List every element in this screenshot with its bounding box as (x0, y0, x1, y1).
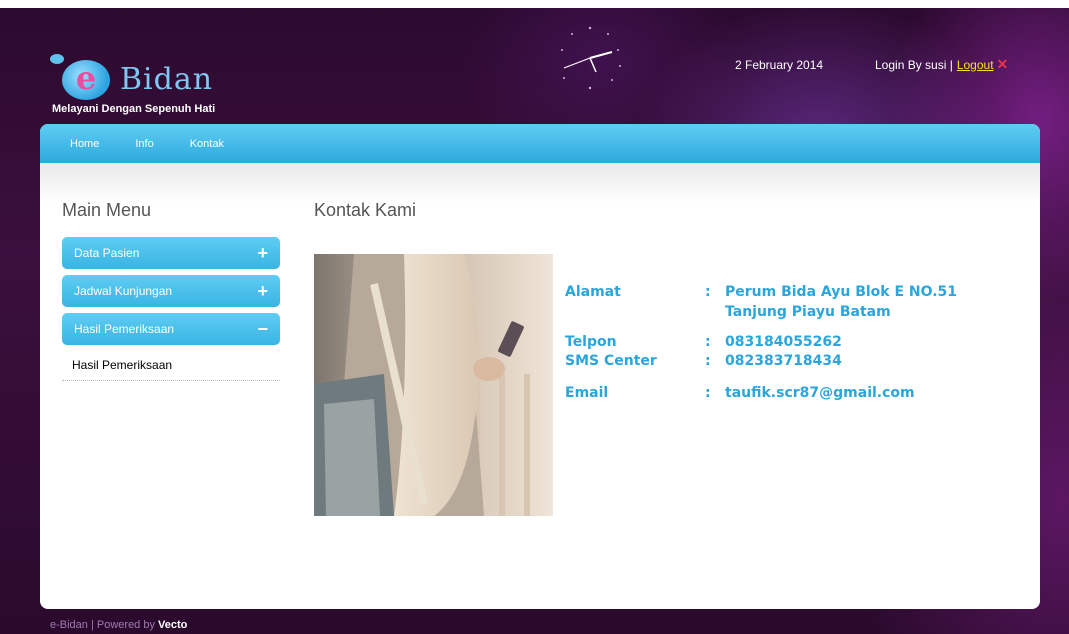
telpon-value: 083184055262 (725, 334, 842, 350)
nav-info[interactable]: Info (135, 138, 153, 150)
email-value[interactable]: taufik.scr87@gmail.com (725, 385, 915, 401)
clock-icon (561, 26, 621, 90)
menu-label: Jadwal Kunjungan (74, 284, 173, 298)
menu-hasil-pemeriksaan[interactable]: Hasil Pemeriksaan − (62, 313, 280, 345)
tagline: Melayani Dengan Sepenuh Hati (52, 103, 216, 115)
menu-data-pasien[interactable]: Data Pasien + (62, 237, 280, 269)
colon: : (705, 284, 711, 300)
email-label: Email (565, 385, 609, 401)
logout-close-icon[interactable]: ✕ (997, 57, 1009, 72)
pregnant-woman-photo (314, 254, 553, 516)
menu-jadwal-kunjungan[interactable]: Jadwal Kunjungan + (62, 275, 280, 307)
login-text: Login By susi | (875, 58, 953, 72)
colon: : (705, 353, 711, 369)
footer-text: e-Bidan | Powered by (50, 619, 155, 631)
expand-icon: + (257, 242, 268, 263)
nav-bar: Home Info Kontak (40, 124, 1040, 163)
sms-value: 082383718434 (725, 353, 842, 369)
footer-brand[interactable]: Vecto (158, 619, 187, 631)
logout-link[interactable]: Logout (957, 58, 994, 72)
expand-icon: + (257, 280, 268, 301)
telpon-label: Telpon (565, 334, 617, 350)
header-info: 2 February 2014 Login By susi | Logout ✕ (735, 57, 1009, 72)
sms-label: SMS Center (565, 353, 657, 369)
menu-label: Hasil Pemeriksaan (74, 322, 175, 336)
sidebar: Main Menu Data Pasien + Jadwal Kunjungan… (62, 200, 280, 381)
top-strip (0, 0, 1069, 8)
sidebar-title: Main Menu (62, 200, 152, 220)
alamat-line2: Tanjung Piayu Batam (725, 304, 891, 320)
main-panel: Home Info Kontak Main Menu Data Pasien +… (40, 124, 1040, 609)
page-title: Kontak Kami (314, 200, 417, 220)
menu-label: Data Pasien (74, 246, 140, 260)
collapse-icon: − (257, 318, 268, 339)
colon: : (705, 334, 711, 350)
logo-letter: e (62, 60, 110, 100)
nav-home[interactable]: Home (70, 138, 99, 150)
logo-dot (50, 54, 64, 64)
submenu-hasil-pemeriksaan[interactable]: Hasil Pemeriksaan (62, 351, 280, 381)
content-area: Kontak Kami (314, 200, 1014, 221)
alamat-line1: Perum Bida Ayu Blok E NO.51 (725, 284, 958, 300)
date-text: 2 February 2014 (735, 58, 824, 72)
nav-shadow (40, 163, 1040, 203)
alamat-label: Alamat (565, 284, 621, 300)
nav-kontak[interactable]: Kontak (190, 138, 224, 150)
footer: e-Bidan | Powered by Vecto (50, 619, 187, 631)
logo-word: Bidan (120, 62, 214, 97)
colon: : (705, 385, 711, 401)
